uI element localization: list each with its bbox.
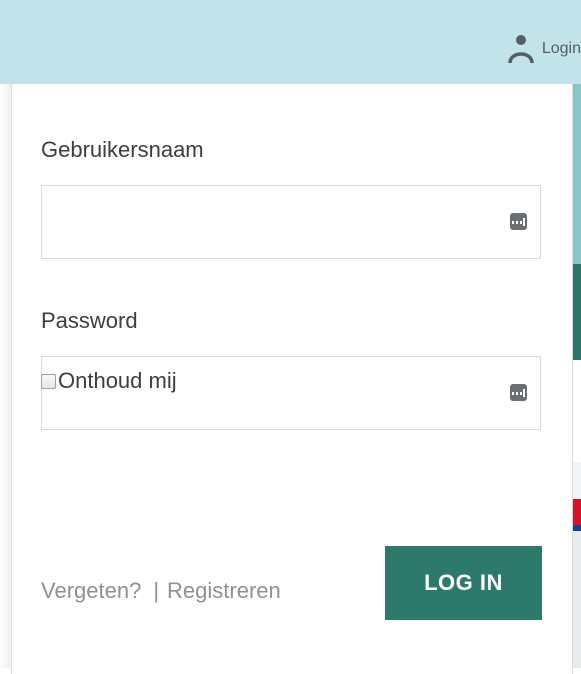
remember-me-label: Onthoud mij (58, 368, 177, 393)
top-bar: Login (0, 0, 581, 84)
username-field-box (41, 185, 541, 259)
user-icon (508, 35, 534, 64)
login-button[interactable]: LOG IN (385, 546, 542, 620)
remember-me-checkbox[interactable] (41, 373, 56, 389)
forgot-link[interactable]: Vergeten? (41, 578, 141, 604)
link-separator: | (153, 578, 160, 603)
page-background (0, 84, 11, 668)
password-manager-icon[interactable] (510, 213, 527, 230)
register-link[interactable]: Registreren (167, 578, 281, 604)
password-manager-icon[interactable] (510, 384, 527, 401)
account-links: Vergeten? | Registreren (41, 578, 281, 604)
background-page-strip (572, 84, 581, 668)
login-link-label: Login (541, 40, 581, 57)
password-label: Password (41, 308, 138, 333)
login-link[interactable]: Login (508, 34, 581, 64)
username-label: Gebruikersnaam (41, 137, 204, 162)
remember-me[interactable]: Onthoud mij (41, 368, 177, 394)
username-input[interactable] (42, 186, 506, 258)
login-dropdown-panel: Gebruikersnaam Password Onthoud mij Verg… (11, 84, 573, 674)
